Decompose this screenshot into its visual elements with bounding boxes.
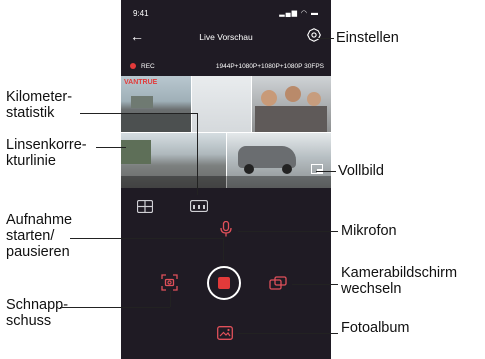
callout-lens-1: Linsenkorre- [6,137,87,153]
photo-album-icon[interactable] [217,326,233,340]
callout-record-3: pausieren [6,244,70,260]
brand-logo: VANTRUE [124,79,158,86]
callout-fullscreen: Vollbild [338,163,384,179]
leader-snapshot-h [60,307,170,308]
callout-snapshot-1: Schnapp- [6,297,69,313]
camera-view-interior [191,76,251,132]
status-indicators: ▂▄▆ ◠ ▬ [279,10,319,17]
camera-view-cabin [251,76,331,132]
callout-record-2: starten/ [6,228,55,244]
callout-mic: Mikrofon [341,223,397,239]
callout-switch-2: wechseln [341,281,402,297]
microphone-icon[interactable] [220,221,232,237]
odometer-icon[interactable] [190,200,208,212]
callout-settings: Einstellen [336,30,399,46]
lens-correction-line-v2 [251,76,252,132]
leader-settings [318,38,334,39]
recording-status-bar: REC 1944P+1080P+1080P+1080P 30FPS [121,58,331,76]
resolution-label: 1944P+1080P+1080P+1080P 30FPS [215,63,324,70]
phone-screen: 9:41 ▂▄▆ ◠ ▬ ← Live Vorschau REC 1944P+1… [121,0,331,359]
callout-km-stats-2: statistik [6,105,55,121]
fullscreen-icon[interactable] [311,164,323,174]
lens-correction-line-v1 [191,76,192,132]
video-timestamp-bar [121,176,331,188]
status-time: 9:41 [133,9,149,18]
callout-switch-1: Kamerabildschirm [341,265,458,281]
grid-icon[interactable] [137,200,153,213]
live-video-preview[interactable]: VANTRUE [121,76,331,188]
settings-gear-icon[interactable] [307,28,321,42]
rec-dot-icon [130,63,136,69]
page-title: Live Vorschau [199,32,253,42]
leader-record-h [70,238,223,239]
leader-snapshot-v [170,290,171,307]
app-header: ← Live Vorschau [121,26,331,48]
leader-mic [238,231,338,232]
record-stop-icon [218,277,230,289]
record-button[interactable] [207,266,241,300]
callout-km-stats-1: Kilometer- [6,89,73,105]
status-bar: 9:41 ▂▄▆ ◠ ▬ [121,0,331,26]
camera-view-front: VANTRUE [121,76,191,132]
rec-label: REC [141,63,155,70]
leader-fullscreen [316,171,336,172]
callout-album: Fotoalbum [341,320,410,336]
switch-camera-icon[interactable] [269,276,287,290]
callout-snapshot-2: schuss [6,313,52,329]
leader-album [238,333,338,334]
callout-record-1: Aufnahme [6,212,73,228]
snapshot-icon[interactable] [161,274,178,291]
leader-km-stats-h [80,113,197,114]
leader-km-stats-v [197,113,198,195]
leader-record-v [223,238,224,262]
leader-lens [96,147,126,148]
leader-switch [292,284,338,285]
callout-lens-2: kturlinie [6,153,56,169]
